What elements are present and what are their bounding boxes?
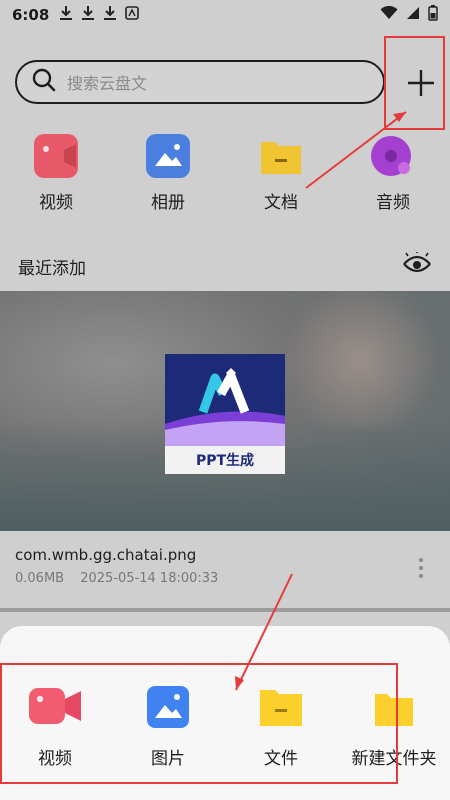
status-right <box>380 5 438 25</box>
add-button-highlight <box>384 36 445 130</box>
list-divider <box>0 608 450 612</box>
wifi-icon <box>380 5 398 24</box>
thumbnail-caption: PPT生成 <box>165 446 285 474</box>
recent-title: 最近添加 <box>18 259 86 279</box>
download-icon <box>103 5 117 25</box>
file-name[interactable]: com.wmb.gg.chatai.png <box>15 546 196 564</box>
file-timestamp: 2025-05-14 18:00:33 <box>80 571 219 586</box>
category-album-label: 相册 <box>151 193 185 213</box>
upload-sheet-highlight <box>0 663 398 784</box>
more-options-icon[interactable] <box>414 556 428 580</box>
file-size: 0.06MB <box>15 571 65 586</box>
folder-document-icon <box>259 134 303 178</box>
file-meta: 0.06MB 2025-05-14 18:00:33 <box>15 571 230 586</box>
download-icon <box>59 5 73 25</box>
category-audio[interactable]: 音频 <box>353 134 433 213</box>
status-time: 6:08 <box>12 6 50 24</box>
category-document[interactable]: 文档 <box>241 134 321 213</box>
category-audio-label: 音频 <box>376 193 410 213</box>
category-row: 视频 相册 文档 音频 <box>0 130 450 213</box>
audio-icon <box>371 134 415 178</box>
search-icon <box>31 67 57 97</box>
category-video[interactable]: 视频 <box>16 134 96 213</box>
battery-icon <box>428 5 438 25</box>
category-album[interactable]: 相册 <box>128 134 208 213</box>
signal-icon <box>406 6 420 24</box>
search-placeholder: 搜索云盘文 <box>67 74 148 93</box>
category-document-label: 文档 <box>264 193 298 213</box>
status-bar: 6:08 <box>0 0 450 30</box>
video-icon <box>34 134 78 178</box>
eye-icon[interactable] <box>402 252 432 278</box>
category-video-label: 视频 <box>39 193 73 213</box>
file-thumbnail[interactable]: PPT生成 <box>165 354 285 474</box>
download-icon <box>81 5 95 25</box>
album-icon <box>146 134 190 178</box>
app-notification-icon <box>125 6 140 24</box>
search-bar[interactable]: 搜索云盘文 <box>15 60 385 104</box>
